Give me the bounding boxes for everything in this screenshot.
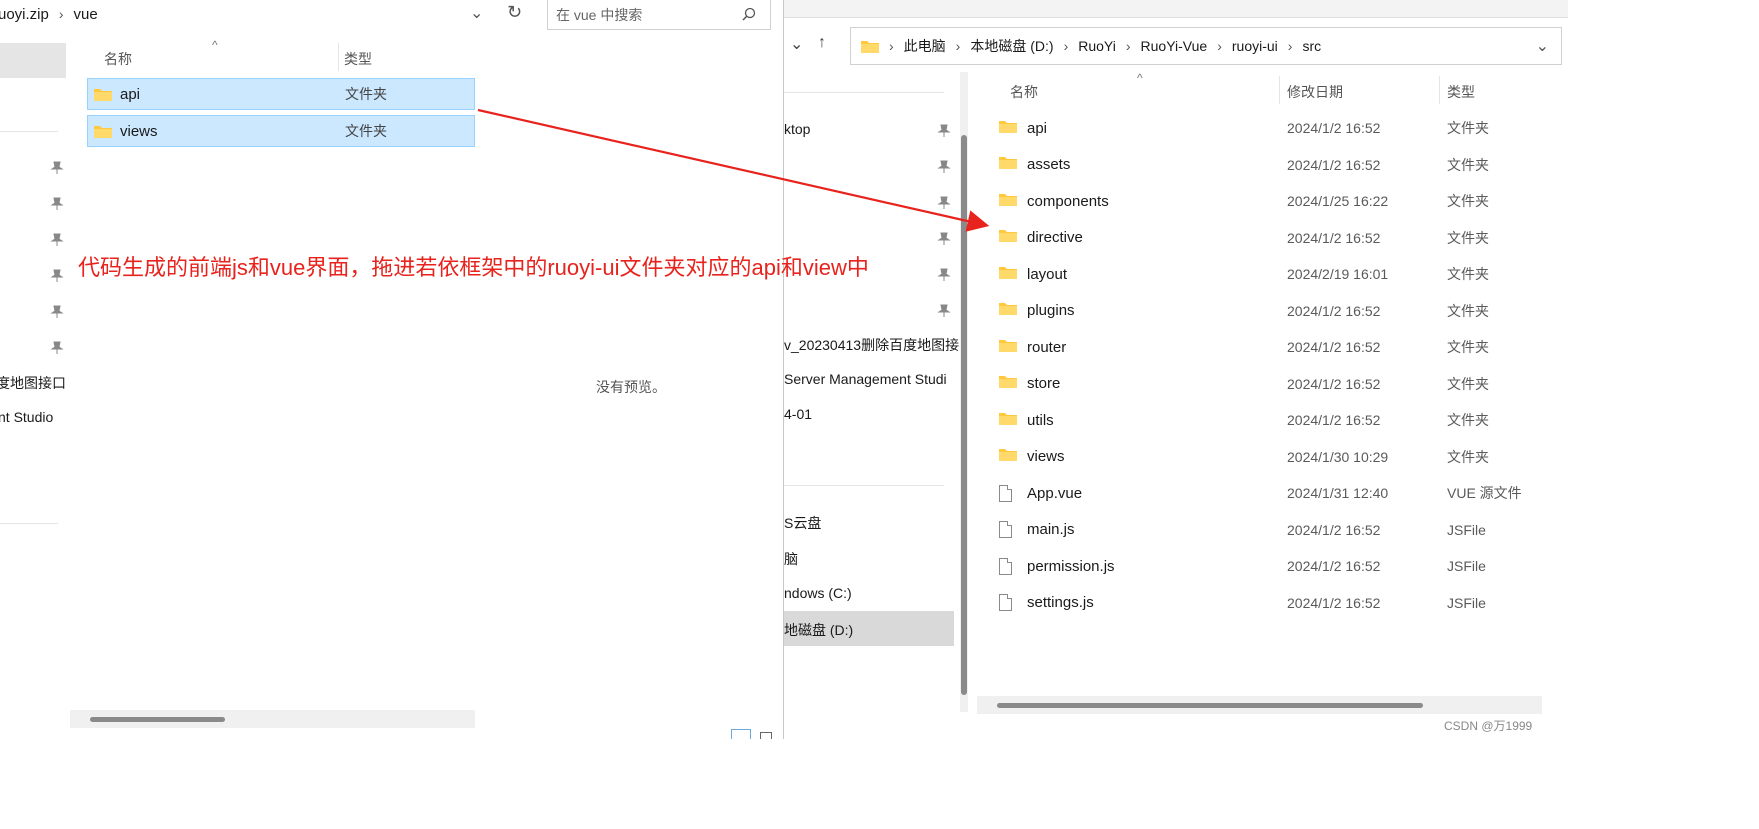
drag-arrow bbox=[477, 108, 990, 232]
